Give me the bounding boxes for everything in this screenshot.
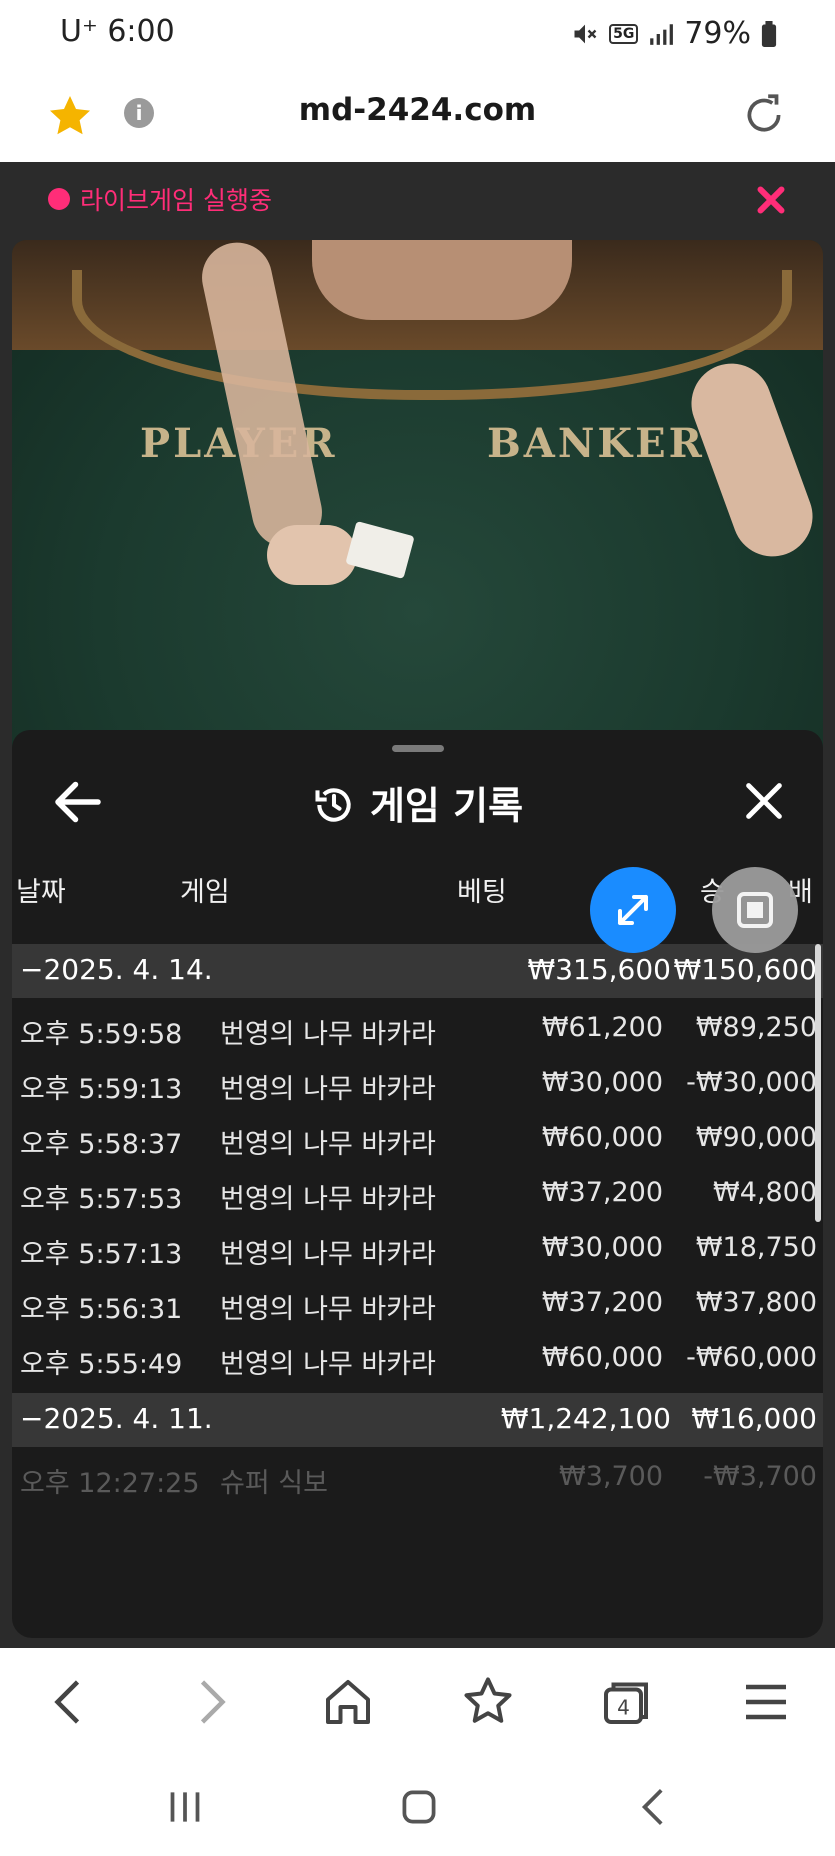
mute-icon (574, 24, 597, 43)
scrollbar[interactable] (815, 944, 821, 1222)
row-time: 오후 5:56:31 (20, 1294, 183, 1325)
close-live-icon[interactable] (753, 182, 789, 218)
row-time: 오후 5:59:58 (20, 1019, 183, 1050)
history-row[interactable]: 오후 5:57:53 번영의 나무 바카라 ₩37,200 ₩4,800 (12, 1167, 823, 1222)
live-status-text: 라이브게임 실행중 (80, 186, 272, 215)
svg-text:4: 4 (617, 1696, 630, 1720)
row-win: -₩3,700 (703, 1461, 817, 1492)
column-header-date[interactable]: 날짜 (16, 870, 66, 909)
history-row[interactable]: 오후 5:59:13 번영의 나무 바카라 ₩30,000 -₩30,000 (12, 1057, 823, 1112)
live-game-panel: 라이브게임 실행중 PLAYER BANKER 게임 기록 날짜 게임 베팅 승… (0, 162, 835, 1648)
network-icon: 5G (609, 23, 639, 44)
row-time: 오후 12:27:25 (20, 1468, 200, 1499)
row-time: 오후 5:58:37 (20, 1129, 183, 1160)
column-header-bet[interactable]: 베팅 (457, 870, 507, 909)
bookmarks-icon[interactable] (458, 1672, 518, 1732)
group-win-total: ₩16,000 (691, 1402, 817, 1435)
system-nav-bar (0, 1760, 835, 1856)
status-icons: 5G 79% (571, 16, 777, 51)
row-bet: ₩61,200 (541, 1012, 663, 1043)
address-bar: i md-2424.com (0, 72, 835, 162)
group-bet-total: ₩315,600 (527, 953, 671, 986)
row-time: 오후 5:55:49 (20, 1349, 183, 1380)
reload-icon[interactable] (739, 90, 789, 140)
row-time: 오후 5:59:13 (20, 1074, 183, 1105)
row-win: ₩89,250 (695, 1012, 817, 1043)
row-game: 번영의 나무 바카라 (220, 1074, 436, 1105)
playing-card (345, 520, 415, 580)
row-game: 슈퍼 식보 (220, 1468, 328, 1499)
game-history-sheet: 게임 기록 날짜 게임 베팅 승 배 −2025. 4. 14. ₩315,600… (12, 730, 823, 1638)
row-win: -₩30,000 (686, 1067, 817, 1098)
sheet-title: 게임 기록 (12, 775, 823, 830)
expand-icon (618, 895, 648, 925)
status-bar: U⁺ 6:00 5G 79% (0, 0, 835, 72)
row-time: 오후 5:57:13 (20, 1239, 183, 1270)
sheet-title-text: 게임 기록 (369, 784, 524, 828)
row-bet: ₩60,000 (541, 1342, 663, 1373)
signal-icon (650, 23, 674, 45)
tabs-icon[interactable]: 4 (596, 1672, 656, 1732)
row-bet: ₩30,000 (541, 1232, 663, 1263)
group-win-total: ₩150,600 (673, 953, 817, 986)
date-group-row[interactable]: −2025. 4. 11. ₩1,242,100 ₩16,000 (12, 1393, 823, 1447)
row-win: ₩4,800 (713, 1177, 817, 1208)
history-row[interactable]: 오후 5:58:37 번영의 나무 바카라 ₩60,000 ₩90,000 (12, 1112, 823, 1167)
row-win: ₩37,800 (695, 1287, 817, 1318)
column-header-game[interactable]: 게임 (180, 870, 230, 909)
minimize-window-icon (737, 892, 773, 928)
row-bet: ₩37,200 (541, 1287, 663, 1318)
history-row[interactable]: 오후 5:59:58 번영의 나무 바카라 ₩61,200 ₩89,250 (12, 1002, 823, 1057)
row-bet: ₩60,000 (541, 1122, 663, 1153)
row-bet: ₩30,000 (541, 1067, 663, 1098)
group-date-label: −2025. 4. 11. (20, 1402, 213, 1435)
history-row[interactable]: 오후 5:57:13 번영의 나무 바카라 ₩30,000 ₩18,750 (12, 1222, 823, 1277)
expand-button[interactable] (590, 867, 676, 953)
menu-icon[interactable] (736, 1672, 796, 1732)
forward-icon[interactable] (180, 1672, 240, 1732)
row-bet: ₩3,700 (559, 1461, 663, 1492)
row-win: -₩60,000 (686, 1342, 817, 1373)
browser-nav-bar: 4 (0, 1648, 835, 1760)
history-icon (315, 788, 351, 822)
battery-percent: 79% (684, 16, 751, 51)
close-icon[interactable] (741, 778, 787, 824)
row-game: 번영의 나무 바카라 (220, 1349, 436, 1380)
back-icon[interactable] (40, 1672, 100, 1732)
row-time: 오후 5:57:53 (20, 1184, 183, 1215)
date-group-row[interactable]: −2025. 4. 14. ₩315,600 ₩150,600 (12, 944, 823, 998)
row-game: 번영의 나무 바카라 (220, 1129, 436, 1160)
row-win: ₩90,000 (695, 1122, 817, 1153)
dealer-hand (267, 525, 357, 585)
system-back-icon[interactable] (630, 1782, 680, 1832)
row-game: 번영의 나무 바카라 (220, 1019, 436, 1050)
url-text[interactable]: md-2424.com (0, 92, 835, 128)
group-date-label: −2025. 4. 14. (20, 953, 213, 986)
carrier-time: U⁺ 6:00 (60, 14, 175, 49)
row-game: 번영의 나무 바카라 (220, 1239, 436, 1270)
live-dot-icon (48, 188, 70, 210)
sheet-grabber[interactable] (392, 745, 444, 752)
battery-icon (761, 20, 777, 47)
history-row[interactable]: 오후 12:27:25 슈퍼 식보 ₩3,700 -₩3,700 (12, 1451, 823, 1506)
banker-label: BANKER (487, 420, 705, 467)
row-win: ₩18,750 (695, 1232, 817, 1263)
history-row[interactable]: 오후 5:55:49 번영의 나무 바카라 ₩60,000 -₩60,000 (12, 1332, 823, 1387)
row-bet: ₩37,200 (541, 1177, 663, 1208)
home-icon[interactable] (318, 1672, 378, 1732)
row-game: 번영의 나무 바카라 (220, 1294, 436, 1325)
recent-apps-icon[interactable] (160, 1782, 210, 1832)
live-banner: 라이브게임 실행중 (0, 162, 835, 238)
history-row[interactable]: 오후 5:56:31 번영의 나무 바카라 ₩37,200 ₩37,800 (12, 1277, 823, 1332)
row-game: 번영의 나무 바카라 (220, 1184, 436, 1215)
group-bet-total: ₩1,242,100 (500, 1402, 671, 1435)
system-home-icon[interactable] (394, 1782, 444, 1832)
minimize-button[interactable] (712, 867, 798, 953)
table-rail (72, 270, 792, 400)
